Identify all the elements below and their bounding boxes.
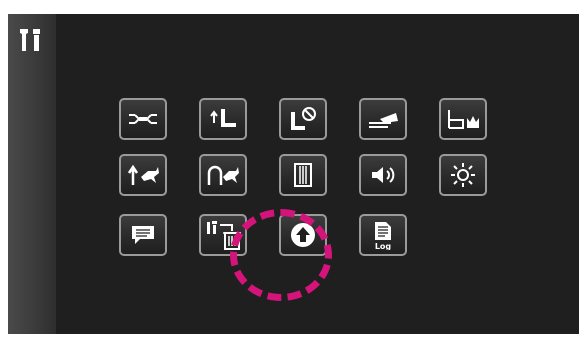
presser-foot-up-icon — [210, 109, 236, 127]
needle-thread-icon — [448, 110, 479, 129]
stitch-width-button[interactable] — [279, 154, 327, 196]
message-button[interactable] — [119, 214, 167, 256]
presser-foot-up-button[interactable] — [199, 98, 247, 140]
message-icon — [132, 226, 154, 244]
sidebar — [8, 14, 56, 334]
presser-foot-sensor-off-icon — [291, 107, 316, 130]
bobbin-winding-button[interactable] — [359, 98, 407, 140]
volume-button[interactable] — [359, 154, 407, 196]
speed-up-icon — [127, 164, 159, 185]
settings-tab[interactable] — [14, 22, 50, 58]
settings-grid: Log — [56, 14, 579, 334]
brightness-button[interactable] — [439, 154, 487, 196]
bobbin-winding-icon — [369, 113, 398, 128]
log-icon: Log — [375, 222, 392, 250]
thread-tension-button[interactable] — [119, 98, 167, 140]
knee-lifter-speed-button[interactable] — [199, 154, 247, 196]
log-button[interactable]: Log — [359, 214, 407, 256]
volume-icon — [372, 167, 395, 183]
update-icon — [291, 223, 315, 247]
log-label: Log — [375, 242, 392, 250]
speed-up-button[interactable] — [119, 154, 167, 196]
reset-settings-button[interactable] — [199, 214, 247, 256]
knee-lifter-speed-icon — [207, 165, 239, 185]
update-button[interactable] — [279, 214, 327, 256]
thread-tension-icon — [129, 114, 157, 124]
presser-foot-sensor-button[interactable] — [279, 98, 327, 140]
brightness-icon — [451, 163, 475, 187]
needle-thread-button[interactable] — [439, 98, 487, 140]
stitch-width-icon — [294, 163, 312, 187]
settings-screen: Log — [8, 14, 579, 334]
settings-tools-icon — [20, 29, 40, 51]
reset-settings-icon — [207, 221, 241, 250]
